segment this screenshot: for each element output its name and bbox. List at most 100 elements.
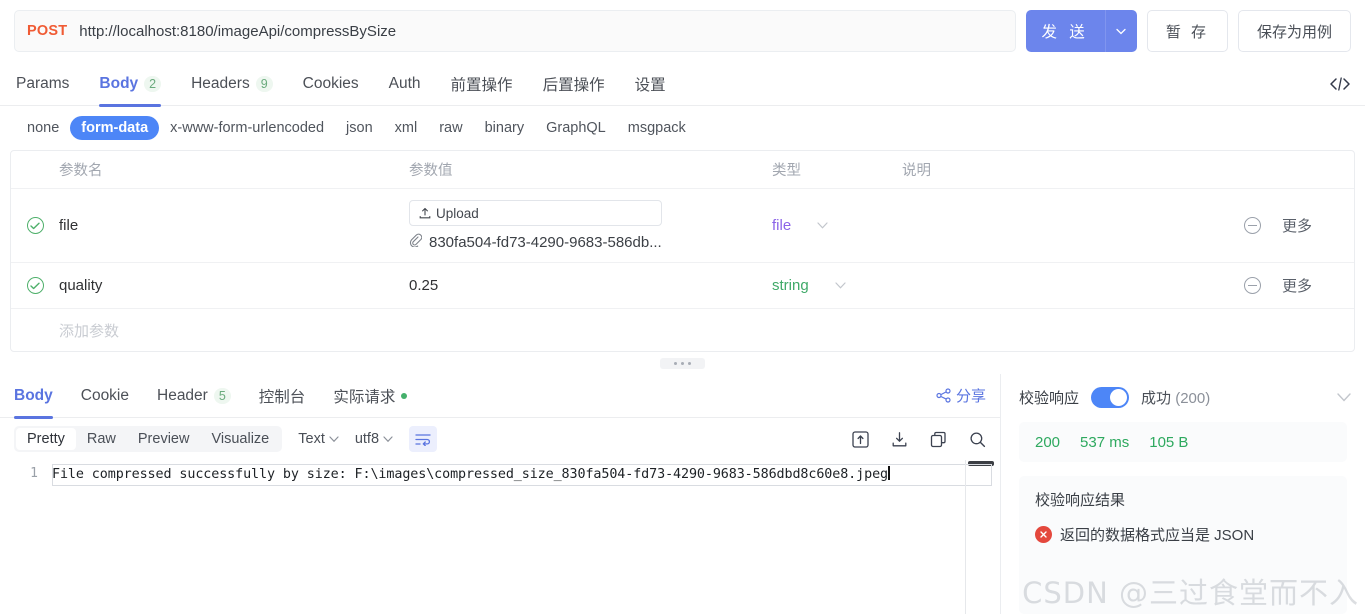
search-response-icon[interactable] [969,431,986,448]
chevron-down-icon [329,435,339,442]
header-action-cell [1222,151,1282,188]
body-type-graphql[interactable]: GraphQL [535,116,617,140]
param-desc-input[interactable] [902,263,1222,308]
param-name-input[interactable]: file [59,189,409,262]
copy-response-icon[interactable] [930,431,947,448]
format-pretty[interactable]: Pretty [16,428,76,450]
format-raw[interactable]: Raw [76,428,127,450]
tab-pre-operation[interactable]: 前置操作 [451,62,513,106]
format-visualize[interactable]: Visualize [200,428,280,450]
share-icon [936,388,951,403]
body-type-raw[interactable]: raw [428,116,473,140]
body-type-xml[interactable]: xml [384,116,429,140]
param-name-input[interactable]: quality [59,263,409,308]
attached-file-name: 830fa504-fd73-4290-9683-586db... [429,233,662,251]
tab-label: Params [16,74,70,92]
tab-settings[interactable]: 设置 [635,62,666,106]
upload-button[interactable]: Upload [409,200,662,226]
form-data-table: 参数名 参数值 类型 说明 file Upload 830fa504-fd73-… [10,150,1355,352]
table-row: quality 0.25 string 更多 [11,263,1354,309]
send-button[interactable]: 发 送 [1025,10,1105,52]
add-param-row[interactable]: 添加参数 [11,309,1354,351]
code-snippet-icon[interactable] [1329,76,1351,92]
expand-response-icon[interactable] [852,430,869,448]
response-tab-cookie[interactable]: Cookie [81,374,129,418]
response-size-value: 105 B [1149,433,1189,451]
response-tab-header[interactable]: Header 5 [157,374,231,418]
tab-params[interactable]: Params [16,62,69,106]
modified-dot-icon [401,392,408,399]
chevron-down-icon [1116,28,1126,34]
chevron-down-icon [383,435,393,442]
panel-splitter[interactable] [0,352,1365,374]
send-button-group: 发 送 [1025,10,1137,52]
text-caret [888,466,890,480]
tab-label: Header [157,386,208,404]
more-label: 更多 [1282,278,1313,295]
body-type-none[interactable]: none [16,116,70,140]
table-header-row: 参数名 参数值 类型 说明 [11,151,1354,189]
header-param-desc: 说明 [902,163,931,179]
format-segment-group: Pretty Raw Preview Visualize [14,426,283,452]
encoding-value: utf8 [354,431,380,447]
remove-row-button[interactable] [1222,189,1282,262]
format-preview[interactable]: Preview [127,428,201,450]
upload-button-label: Upload [436,205,479,221]
response-status-card: 200 537 ms 105 B [1019,422,1347,462]
content-type-dropdown[interactable]: Text [298,431,339,447]
tab-body[interactable]: Body 2 [99,62,162,107]
file-stack: Upload 830fa504-fd73-4290-9683-586db... [409,191,662,260]
attached-file[interactable]: 830fa504-fd73-4290-9683-586db... [409,233,662,251]
url-bar: POST http://localhost:8180/imageApi/comp… [0,0,1365,62]
minimap-scrollbar[interactable] [968,461,994,466]
url-text: http://localhost:8180/imageApi/compressB… [79,22,397,40]
encoding-dropdown[interactable]: utf8 [355,431,393,447]
row-enabled-checkbox[interactable] [11,189,59,262]
check-circle-icon [26,217,44,234]
header-more-cell [1282,151,1354,188]
line-number: 1 [30,466,38,481]
body-type-json[interactable]: json [335,116,384,140]
tab-badge-count: 5 [213,387,231,404]
verify-status-text: 成功 [1141,389,1172,407]
check-circle-icon [26,277,44,294]
wrap-lines-toggle[interactable] [409,426,438,452]
param-type-select[interactable]: string [772,263,902,308]
url-input[interactable]: POST http://localhost:8180/imageApi/comp… [14,10,1016,52]
response-tab-actual-request[interactable]: 实际请求 [333,374,408,418]
verify-response-toggle[interactable] [1091,386,1130,408]
paperclip-icon [409,233,423,251]
collapse-panel-chevron-icon[interactable] [1337,392,1351,402]
minus-circle-icon [1243,217,1261,234]
tab-post-operation[interactable]: 后置操作 [543,62,605,106]
row-more-link[interactable]: 更多 [1282,263,1354,308]
param-type-select[interactable]: file [772,189,902,262]
body-type-form-data[interactable]: form-data [70,116,160,140]
tab-label: 设置 [634,76,666,94]
response-tab-body[interactable]: Body [14,374,53,419]
share-button[interactable]: 分享 [936,385,986,406]
body-type-x-www-form-urlencoded[interactable]: x-www-form-urlencoded [159,116,335,140]
save-as-case-button[interactable]: 保存为用例 [1237,10,1351,52]
row-more-link[interactable]: 更多 [1282,189,1354,262]
code-area[interactable]: File compressed successfully by size: F:… [48,460,1000,614]
send-options-caret-button[interactable] [1104,10,1137,52]
param-value-input[interactable]: 0.25 [409,263,772,308]
body-type-binary[interactable]: binary [474,116,536,140]
verify-result-card: 校验响应结果 返回的数据格式应当是 JSON [1019,476,1347,614]
stash-button[interactable]: 暂 存 [1146,10,1228,52]
download-response-icon[interactable] [891,431,908,448]
tab-label: Auth [388,74,421,92]
response-tab-console[interactable]: 控制台 [259,374,306,418]
editor-vertical-rule [965,460,966,614]
response-code-editor[interactable]: 1 File compressed successfully by size: … [0,460,1000,614]
tab-auth[interactable]: Auth [389,62,421,106]
verify-result-title: 校验响应结果 [1035,492,1126,509]
tab-cookies[interactable]: Cookies [303,62,359,106]
response-tabs: Body Cookie Header 5 控制台 实际请求 分享 [0,374,1000,419]
tab-headers[interactable]: Headers 9 [191,62,273,106]
row-enabled-checkbox[interactable] [11,263,59,308]
body-type-msgpack[interactable]: msgpack [617,116,697,140]
remove-row-button[interactable] [1222,263,1282,308]
param-desc-input[interactable] [902,189,1222,262]
